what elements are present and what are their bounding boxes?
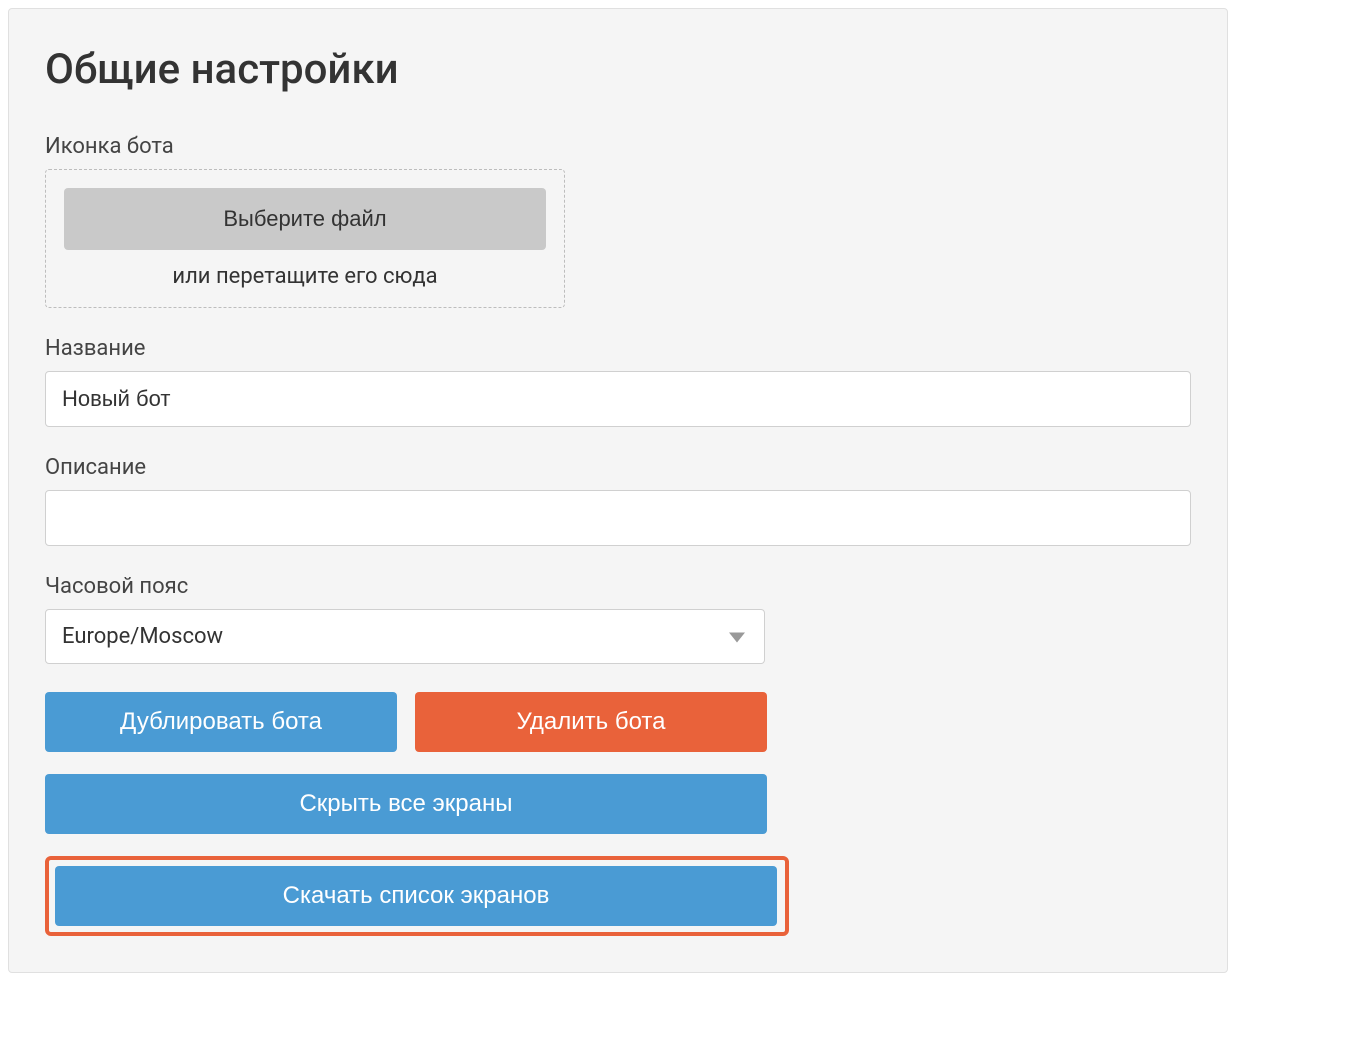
choose-file-button[interactable]: Выберите файл	[64, 188, 546, 250]
icon-field-group: Иконка бота Выберите файл или перетащите…	[45, 134, 1191, 308]
timezone-label: Часовой пояс	[45, 574, 1191, 599]
timezone-select-wrap: Europe/Moscow	[45, 609, 765, 664]
download-highlight: Скачать список экранов	[45, 856, 789, 936]
description-input[interactable]	[45, 490, 1191, 546]
dropzone-hint: или перетащите его сюда	[64, 264, 546, 289]
download-screens-list-button[interactable]: Скачать список экранов	[55, 866, 777, 926]
description-label: Описание	[45, 455, 1191, 480]
timezone-select[interactable]: Europe/Moscow	[45, 609, 765, 664]
icon-label: Иконка бота	[45, 134, 1191, 159]
action-button-row: Дублировать бота Удалить бота	[45, 692, 1191, 752]
description-field-group: Описание	[45, 455, 1191, 546]
name-input[interactable]	[45, 371, 1191, 427]
page-title: Общие настройки	[45, 45, 1191, 94]
delete-bot-button[interactable]: Удалить бота	[415, 692, 767, 752]
name-label: Название	[45, 336, 1191, 361]
general-settings-panel: Общие настройки Иконка бота Выберите фай…	[8, 8, 1228, 973]
duplicate-bot-button[interactable]: Дублировать бота	[45, 692, 397, 752]
hide-screens-row: Скрыть все экраны	[45, 774, 1191, 834]
hide-all-screens-button[interactable]: Скрыть все экраны	[45, 774, 767, 834]
icon-dropzone[interactable]: Выберите файл или перетащите его сюда	[45, 169, 565, 308]
name-field-group: Название	[45, 336, 1191, 427]
timezone-field-group: Часовой пояс Europe/Moscow	[45, 574, 1191, 664]
